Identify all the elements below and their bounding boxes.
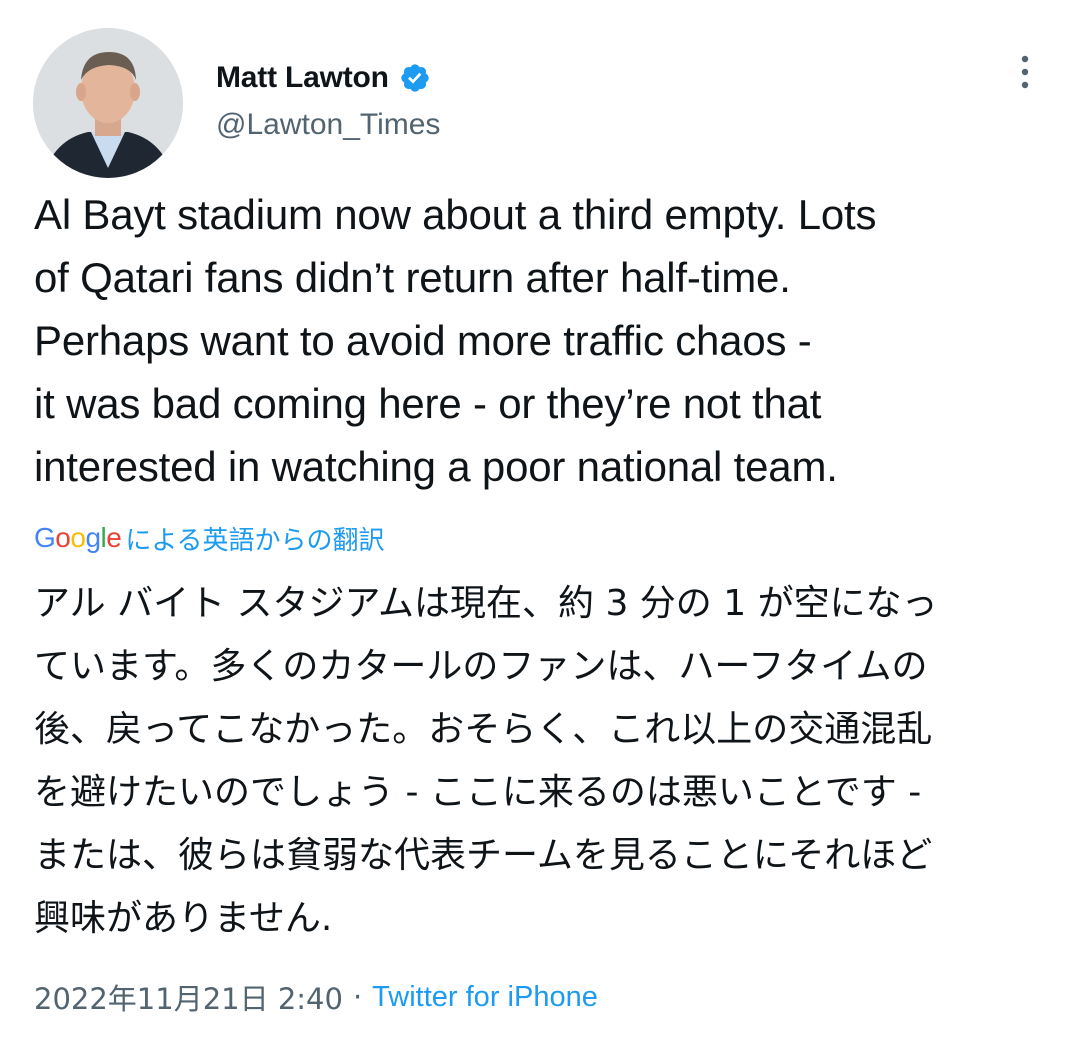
google-logo-letter: o [70,522,86,553]
avatar-photo [33,28,183,178]
tweet-card: Matt Lawton @Lawton_Times Al Bayt stadiu… [0,0,1080,1046]
translated-text: アル バイト スタジアムは現在、約 3 分の 1 が空になっ ています。多くのカ… [34,583,938,939]
tweet-meta: 2022年11月21日 2:40 · Twitter for iPhone [34,974,598,1020]
translation-attribution[interactable]: Google による英語からの翻訳 [34,518,385,558]
google-logo: Google [34,522,122,554]
google-logo-letter: e [106,522,122,553]
author-name-row[interactable]: Matt Lawton [216,56,431,100]
timestamp[interactable]: 2022年11月21日 2:40 [34,976,343,1018]
google-logo-letter: o [55,522,71,553]
google-logo-letter: G [34,522,56,553]
tweet-source[interactable]: Twitter for iPhone [372,981,598,1014]
translation-label[interactable]: による英語からの翻訳 [125,520,384,557]
more-options-icon[interactable] [1010,50,1040,96]
author-display-name[interactable]: Matt Lawton [216,61,389,95]
meta-separator: · [352,980,363,1014]
avatar[interactable] [33,28,183,178]
tweet-text: Al Bayt stadium now about a third empty.… [34,191,877,490]
google-logo-letter: g [85,522,101,553]
verified-badge-icon [399,62,431,94]
author-handle[interactable]: @Lawton_Times [216,108,440,142]
